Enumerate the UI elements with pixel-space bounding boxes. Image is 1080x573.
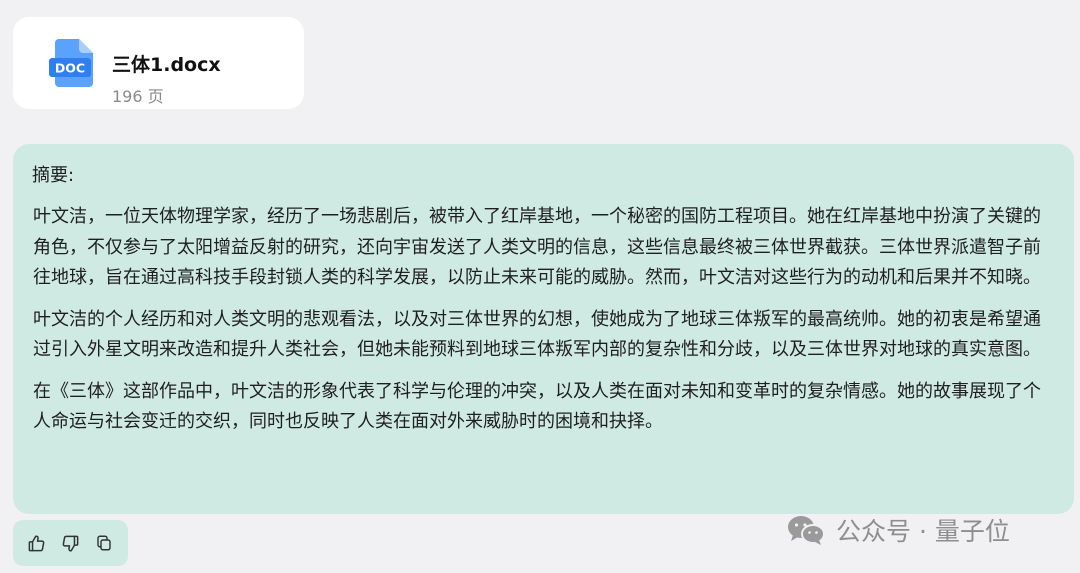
thumbs-up-button[interactable] bbox=[26, 533, 46, 553]
summary-paragraph: 叶文洁，一位天体物理学家，经历了一场悲剧后，被带入了红岸基地，一个秘密的国防工程… bbox=[33, 206, 1041, 288]
doc-icon-label: DOC bbox=[55, 61, 85, 76]
summary-paragraph: 叶文洁的个人经历和对人类文明的悲观看法，以及对三体世界的幻想，使她成为了地球三体… bbox=[33, 308, 1041, 361]
summary-paragraph: 在《三体》这部作品中，叶文洁的形象代表了科学与伦理的冲突，以及人类在面对未知和变… bbox=[33, 380, 1041, 433]
file-name: 三体1.docx bbox=[112, 54, 221, 76]
summary-heading: 摘要: bbox=[32, 165, 75, 186]
copy-button[interactable] bbox=[94, 533, 114, 553]
copy-icon bbox=[97, 535, 111, 551]
watermark-text: 公众号 · 量子位 bbox=[836, 517, 1010, 546]
wechat-icon bbox=[788, 516, 825, 545]
thumbs-up-icon bbox=[28, 535, 44, 551]
doc-file-icon: DOC bbox=[49, 39, 93, 87]
watermark: 公众号 · 量子位 bbox=[786, 510, 1010, 550]
file-page-count: 196 页 bbox=[112, 87, 164, 106]
thumbs-down-button[interactable] bbox=[60, 533, 80, 553]
response-actions bbox=[13, 520, 128, 566]
attachment-card[interactable]: DOC 三体1.docx 196 页 bbox=[13, 17, 304, 109]
thumbs-down-icon bbox=[62, 535, 78, 551]
summary-response: 摘要: 叶文洁，一位天体物理学家，经历了一场悲剧后，被带入了红岸基地，一个秘密的… bbox=[13, 144, 1074, 514]
